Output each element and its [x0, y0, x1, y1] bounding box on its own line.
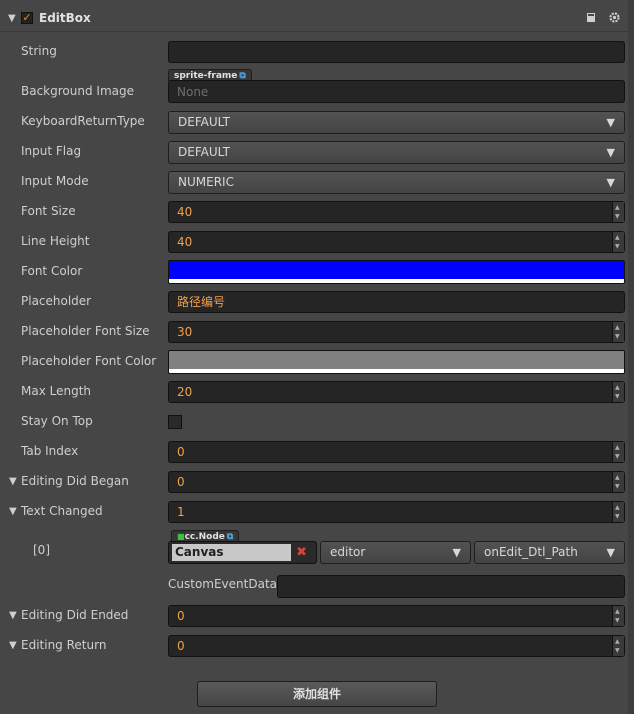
stay-on-top-checkbox[interactable] [168, 415, 182, 429]
placeholder-font-size-label: Placeholder Font Size [21, 324, 150, 338]
editing-did-ended-count[interactable]: 0 ▲ ▼ [168, 605, 625, 627]
stay-on-top-label: Stay On Top [21, 414, 93, 428]
number-stepper[interactable]: ▲ ▼ [612, 322, 624, 342]
placeholder-font-color-picker[interactable] [168, 350, 625, 374]
placeholder-font-color-label: Placeholder Font Color [21, 354, 157, 368]
number-stepper[interactable]: ▲ ▼ [612, 636, 624, 656]
dropdown-arrow-icon: ▼ [452, 546, 461, 559]
event-target-field[interactable]: Canvas ✖ [168, 541, 317, 564]
add-component-button[interactable]: 添加组件 [197, 681, 437, 707]
expand-arrow-icon[interactable]: ▼ [9, 506, 17, 517]
custom-event-data-label: CustomEventData [168, 577, 278, 591]
dropdown-arrow-icon: ▼ [606, 176, 615, 189]
string-label: String [21, 44, 57, 58]
background-image-label: Background Image [21, 84, 134, 98]
line-height-input[interactable]: 40 ▲ ▼ [168, 231, 625, 253]
dropdown-arrow-icon: ▼ [606, 546, 615, 559]
max-length-input[interactable]: 20 ▲ ▼ [168, 381, 625, 403]
input-flag-select[interactable]: DEFAULT ▼ [168, 141, 625, 164]
input-mode-select[interactable]: NUMERIC ▼ [168, 171, 625, 194]
text-changed-count[interactable]: 1 ▲ ▼ [168, 501, 625, 523]
number-stepper[interactable]: ▲ ▼ [612, 382, 624, 402]
keyboard-return-type-label: KeyboardReturnType [21, 114, 145, 128]
dropdown-arrow-icon: ▼ [606, 116, 615, 129]
number-stepper[interactable]: ▲ ▼ [612, 472, 624, 492]
number-stepper[interactable]: ▲ ▼ [612, 502, 624, 522]
placeholder-input[interactable]: 路径编号 [168, 291, 625, 313]
component-title: EditBox [39, 11, 91, 25]
editing-return-label: Editing Return [21, 638, 107, 652]
font-size-label: Font Size [21, 204, 76, 218]
component-header [0, 0, 634, 32]
keyboard-return-type-select[interactable]: DEFAULT ▼ [168, 111, 625, 134]
expand-arrow-icon[interactable]: ▼ [9, 476, 17, 487]
number-stepper[interactable]: ▲ ▼ [612, 606, 624, 626]
line-height-label: Line Height [21, 234, 90, 248]
node-type-tag: ■cc.Node ⧉ [171, 530, 240, 542]
background-image-field[interactable]: None [168, 80, 625, 103]
dropdown-arrow-icon: ▼ [606, 146, 615, 159]
tab-index-input[interactable]: 0 ▲ ▼ [168, 441, 625, 463]
font-size-input[interactable]: 40 ▲ ▼ [168, 201, 625, 223]
input-flag-label: Input Flag [21, 144, 82, 158]
header-divider [0, 31, 628, 32]
input-mode-label: Input Mode [21, 174, 89, 188]
editing-did-began-label: Editing Did Began [21, 474, 129, 488]
editing-did-began-count[interactable]: 0 ▲ ▼ [168, 471, 625, 493]
expand-arrow-icon[interactable]: ▼ [9, 610, 17, 621]
event-component-select[interactable]: editor ▼ [320, 541, 471, 564]
font-color-picker[interactable] [168, 260, 625, 284]
event-target-value: Canvas [172, 544, 291, 561]
book-icon[interactable] [586, 12, 597, 26]
vertical-scrollbar[interactable] [628, 0, 634, 714]
editing-return-count[interactable]: 0 ▲ ▼ [168, 635, 625, 657]
placeholder-font-size-input[interactable]: 30 ▲ ▼ [168, 321, 625, 343]
max-length-label: Max Length [21, 384, 92, 398]
text-changed-label: Text Changed [21, 504, 103, 518]
event-handler-select[interactable]: onEdit_Dtl_Path ▼ [474, 541, 625, 564]
font-color-label: Font Color [21, 264, 83, 278]
event-index-label: [0] [33, 543, 50, 557]
number-stepper[interactable]: ▲ ▼ [612, 232, 624, 252]
editing-did-ended-label: Editing Did Ended [21, 608, 129, 622]
number-stepper[interactable]: ▲ ▼ [612, 202, 624, 222]
placeholder-label: Placeholder [21, 294, 92, 308]
gear-icon[interactable] [609, 12, 620, 26]
string-input[interactable] [168, 41, 625, 63]
expand-arrow-icon[interactable]: ▼ [9, 640, 17, 651]
tab-index-label: Tab Index [21, 444, 79, 458]
number-stepper[interactable]: ▲ ▼ [612, 442, 624, 462]
clear-icon[interactable]: ✖ [296, 542, 307, 563]
collapse-arrow-icon[interactable]: ▼ [8, 13, 16, 24]
custom-event-data-input[interactable] [277, 575, 625, 598]
component-enabled-checkbox[interactable]: ✓ [21, 12, 33, 24]
